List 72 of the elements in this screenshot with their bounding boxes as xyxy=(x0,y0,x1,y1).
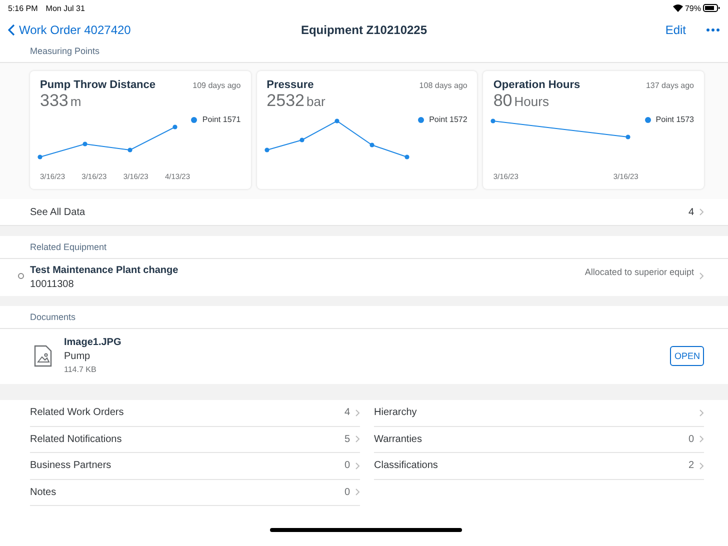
legend-label: Point 1571 xyxy=(202,115,241,124)
card-title: Pump Throw Distance xyxy=(40,79,156,91)
legend-dot xyxy=(191,116,198,122)
more-button[interactable] xyxy=(706,28,720,32)
card-value: 333 xyxy=(40,91,68,111)
row-label: Classifications xyxy=(374,460,438,472)
link-row[interactable]: Hierarchy xyxy=(374,400,704,426)
card-title: Operation Hours xyxy=(493,79,580,91)
legend-label: Point 1573 xyxy=(656,115,694,124)
row-label: Related Work Orders xyxy=(30,407,124,418)
row-count: 4 xyxy=(344,407,350,418)
card-unit: m xyxy=(70,94,82,109)
battery-percent: 79% xyxy=(684,4,701,12)
row-label: Hierarchy xyxy=(374,407,417,418)
chevron-icon xyxy=(355,462,360,470)
chevron-icon xyxy=(699,408,704,417)
legend-label: Point 1572 xyxy=(429,115,468,124)
page-title: Equipment Z10210225 xyxy=(300,23,428,37)
row-count: 2 xyxy=(688,460,694,472)
chevron-icon xyxy=(699,208,704,216)
row-count: 4 xyxy=(688,206,694,218)
document-description: Pump xyxy=(64,351,92,362)
status-date: Mon Jul 31 xyxy=(46,4,85,12)
link-row[interactable]: Related Notifications 5 xyxy=(30,426,360,453)
equipment-row[interactable]: Test Maintenance Plant change 10011308 Allocated to superior equipt xyxy=(0,259,728,296)
row-label: Business Partners xyxy=(30,460,112,472)
status-ring-icon xyxy=(18,273,24,279)
back-chevron-icon xyxy=(8,24,15,36)
status-time: 5:16 PM xyxy=(8,4,38,12)
card-age: 137 days ago xyxy=(646,81,694,90)
row-label: Warranties xyxy=(374,434,422,445)
link-row[interactable]: Classifications 2 xyxy=(374,453,704,480)
document-name: Image1.JPG xyxy=(64,337,122,348)
chevron-icon xyxy=(355,488,360,496)
card-age: 109 days ago xyxy=(192,81,241,90)
open-button[interactable]: OPEN xyxy=(670,346,704,366)
wifi-icon xyxy=(672,4,683,12)
link-row[interactable]: Related Work Orders 4 xyxy=(30,400,360,426)
row-label: Related Notifications xyxy=(30,434,122,445)
row-count: 0 xyxy=(688,434,694,445)
row-count: 0 xyxy=(344,486,350,498)
chevron-icon xyxy=(699,435,704,444)
card-value: 2532 xyxy=(266,91,304,111)
link-row[interactable]: Business Partners 0 xyxy=(30,453,360,480)
section-header: Documents xyxy=(0,306,728,329)
edit-button[interactable]: Edit xyxy=(665,23,686,37)
battery-icon xyxy=(703,4,720,12)
chevron-icon xyxy=(355,435,360,444)
link-row[interactable]: Notes 0 xyxy=(30,480,360,506)
legend-dot xyxy=(644,116,651,122)
card-age: 108 days ago xyxy=(419,81,468,90)
card-title: Pressure xyxy=(266,79,314,91)
row-count: 0 xyxy=(344,460,350,472)
chevron-icon xyxy=(355,408,360,417)
section-header: Related Equipment xyxy=(0,236,728,259)
card-value: 80 xyxy=(493,91,512,111)
image-file-icon xyxy=(34,344,52,366)
chart-card[interactable]: Pressure 108 days ago 2532 bar Point 1572 xyxy=(256,71,478,189)
row-count: 5 xyxy=(344,434,350,445)
card-unit: Hours xyxy=(514,94,549,109)
document-size: 114.7 KB xyxy=(64,365,98,374)
equipment-id: 10011308 xyxy=(30,279,75,290)
link-row[interactable]: Warranties 0 xyxy=(374,426,704,453)
equipment-status: Allocated to superior equipt xyxy=(584,267,694,277)
chevron-icon xyxy=(699,462,704,470)
back-link[interactable]: Work Order 4027420 xyxy=(8,23,131,37)
legend-dot xyxy=(418,116,424,122)
chevron-icon xyxy=(699,272,704,280)
equipment-title: Test Maintenance Plant change xyxy=(30,265,178,276)
row-label: See All Data xyxy=(30,206,86,218)
row-label: Notes xyxy=(30,486,56,498)
card-unit: bar xyxy=(306,94,326,109)
